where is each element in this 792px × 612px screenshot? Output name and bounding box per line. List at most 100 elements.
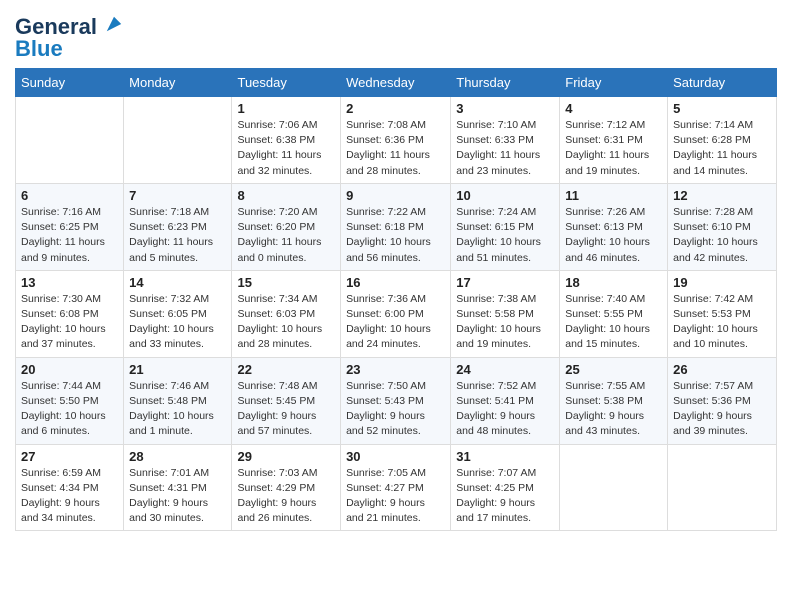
calendar-week-row: 6 Sunrise: 7:16 AM Sunset: 6:25 PM Daylig… xyxy=(16,183,777,270)
calendar-cell: 21 Sunrise: 7:46 AM Sunset: 5:48 PM Dayli… xyxy=(124,357,232,444)
day-number: 25 xyxy=(565,362,662,377)
calendar-cell: 16 Sunrise: 7:36 AM Sunset: 6:00 PM Dayli… xyxy=(341,270,451,357)
day-info: Sunrise: 7:22 AM Sunset: 6:18 PM Dayligh… xyxy=(346,205,445,266)
calendar-cell: 1 Sunrise: 7:06 AM Sunset: 6:38 PM Daylig… xyxy=(232,97,341,184)
day-number: 15 xyxy=(237,275,335,290)
calendar-week-row: 13Sunrise: 7:30 AM Sunset: 6:08 PM Dayli… xyxy=(16,270,777,357)
logo-blue: Blue xyxy=(15,38,123,60)
day-number: 24 xyxy=(456,362,554,377)
day-info: Sunrise: 7:24 AM Sunset: 6:15 PM Dayligh… xyxy=(456,205,554,266)
calendar-cell: 14 Sunrise: 7:32 AM Sunset: 6:05 PM Dayli… xyxy=(124,270,232,357)
calendar-cell: 26 Sunrise: 7:57 AM Sunset: 5:36 PM Dayli… xyxy=(668,357,777,444)
calendar-cell: 10 Sunrise: 7:24 AM Sunset: 6:15 PM Dayli… xyxy=(451,183,560,270)
calendar: SundayMondayTuesdayWednesdayThursdayFrid… xyxy=(15,68,777,531)
day-info: Sunrise: 7:42 AM Sunset: 5:53 PM Dayligh… xyxy=(673,292,771,353)
day-info: Sunrise: 7:18 AM Sunset: 6:23 PM Dayligh… xyxy=(129,205,226,266)
day-number: 23 xyxy=(346,362,445,377)
day-info: Sunrise: 7:32 AM Sunset: 6:05 PM Dayligh… xyxy=(129,292,226,353)
day-number: 26 xyxy=(673,362,771,377)
calendar-cell xyxy=(668,444,777,531)
day-number: 1 xyxy=(237,101,335,116)
day-number: 21 xyxy=(129,362,226,377)
day-info: Sunrise: 7:03 AM Sunset: 4:29 PM Dayligh… xyxy=(237,466,335,527)
calendar-cell: 22 Sunrise: 7:48 AM Sunset: 5:45 PM Dayli… xyxy=(232,357,341,444)
calendar-cell: 3 Sunrise: 7:10 AM Sunset: 6:33 PM Daylig… xyxy=(451,97,560,184)
calendar-day-header: Friday xyxy=(560,69,668,97)
calendar-cell: 8 Sunrise: 7:20 AM Sunset: 6:20 PM Daylig… xyxy=(232,183,341,270)
day-info: Sunrise: 7:01 AM Sunset: 4:31 PM Dayligh… xyxy=(129,466,226,527)
day-info: Sunrise: 7:16 AM Sunset: 6:25 PM Dayligh… xyxy=(21,205,118,266)
day-number: 4 xyxy=(565,101,662,116)
calendar-cell: 30Sunrise: 7:05 AM Sunset: 4:27 PM Dayli… xyxy=(341,444,451,531)
calendar-day-header: Monday xyxy=(124,69,232,97)
day-info: Sunrise: 7:28 AM Sunset: 6:10 PM Dayligh… xyxy=(673,205,771,266)
day-number: 13 xyxy=(21,275,118,290)
calendar-cell: 12 Sunrise: 7:28 AM Sunset: 6:10 PM Dayli… xyxy=(668,183,777,270)
day-info: Sunrise: 7:57 AM Sunset: 5:36 PM Dayligh… xyxy=(673,379,771,440)
calendar-cell: 20Sunrise: 7:44 AM Sunset: 5:50 PM Dayli… xyxy=(16,357,124,444)
calendar-cell: 17 Sunrise: 7:38 AM Sunset: 5:58 PM Dayli… xyxy=(451,270,560,357)
day-info: Sunrise: 7:44 AM Sunset: 5:50 PM Dayligh… xyxy=(21,379,118,440)
day-info: Sunrise: 7:34 AM Sunset: 6:03 PM Dayligh… xyxy=(237,292,335,353)
calendar-week-row: 1 Sunrise: 7:06 AM Sunset: 6:38 PM Daylig… xyxy=(16,97,777,184)
calendar-week-row: 20Sunrise: 7:44 AM Sunset: 5:50 PM Dayli… xyxy=(16,357,777,444)
calendar-header-row: SundayMondayTuesdayWednesdayThursdayFrid… xyxy=(16,69,777,97)
calendar-cell: 15 Sunrise: 7:34 AM Sunset: 6:03 PM Dayli… xyxy=(232,270,341,357)
calendar-cell: 9 Sunrise: 7:22 AM Sunset: 6:18 PM Daylig… xyxy=(341,183,451,270)
day-info: Sunrise: 7:06 AM Sunset: 6:38 PM Dayligh… xyxy=(237,118,335,179)
day-info: Sunrise: 7:12 AM Sunset: 6:31 PM Dayligh… xyxy=(565,118,662,179)
day-number: 12 xyxy=(673,188,771,203)
day-number: 19 xyxy=(673,275,771,290)
day-number: 11 xyxy=(565,188,662,203)
day-number: 31 xyxy=(456,449,554,464)
calendar-cell: 27Sunrise: 6:59 AM Sunset: 4:34 PM Dayli… xyxy=(16,444,124,531)
calendar-cell: 19 Sunrise: 7:42 AM Sunset: 5:53 PM Dayli… xyxy=(668,270,777,357)
day-number: 5 xyxy=(673,101,771,116)
day-number: 17 xyxy=(456,275,554,290)
day-info: Sunrise: 7:48 AM Sunset: 5:45 PM Dayligh… xyxy=(237,379,335,440)
day-number: 9 xyxy=(346,188,445,203)
day-info: Sunrise: 7:10 AM Sunset: 6:33 PM Dayligh… xyxy=(456,118,554,179)
day-number: 6 xyxy=(21,188,118,203)
day-number: 22 xyxy=(237,362,335,377)
day-number: 16 xyxy=(346,275,445,290)
day-number: 14 xyxy=(129,275,226,290)
calendar-cell: 24 Sunrise: 7:52 AM Sunset: 5:41 PM Dayli… xyxy=(451,357,560,444)
day-info: Sunrise: 7:05 AM Sunset: 4:27 PM Dayligh… xyxy=(346,466,445,527)
calendar-cell: 2 Sunrise: 7:08 AM Sunset: 6:36 PM Daylig… xyxy=(341,97,451,184)
day-info: Sunrise: 7:36 AM Sunset: 6:00 PM Dayligh… xyxy=(346,292,445,353)
day-number: 8 xyxy=(237,188,335,203)
day-info: Sunrise: 7:20 AM Sunset: 6:20 PM Dayligh… xyxy=(237,205,335,266)
calendar-cell: 7 Sunrise: 7:18 AM Sunset: 6:23 PM Daylig… xyxy=(124,183,232,270)
calendar-cell: 5 Sunrise: 7:14 AM Sunset: 6:28 PM Daylig… xyxy=(668,97,777,184)
calendar-cell: 28 Sunrise: 7:01 AM Sunset: 4:31 PM Dayli… xyxy=(124,444,232,531)
day-info: Sunrise: 7:40 AM Sunset: 5:55 PM Dayligh… xyxy=(565,292,662,353)
header: General Blue xyxy=(15,10,777,60)
calendar-day-header: Wednesday xyxy=(341,69,451,97)
calendar-cell: 29 Sunrise: 7:03 AM Sunset: 4:29 PM Dayli… xyxy=(232,444,341,531)
day-info: Sunrise: 7:14 AM Sunset: 6:28 PM Dayligh… xyxy=(673,118,771,179)
calendar-cell: 23 Sunrise: 7:50 AM Sunset: 5:43 PM Dayli… xyxy=(341,357,451,444)
day-number: 28 xyxy=(129,449,226,464)
day-info: Sunrise: 7:26 AM Sunset: 6:13 PM Dayligh… xyxy=(565,205,662,266)
calendar-week-row: 27Sunrise: 6:59 AM Sunset: 4:34 PM Dayli… xyxy=(16,444,777,531)
day-info: Sunrise: 7:46 AM Sunset: 5:48 PM Dayligh… xyxy=(129,379,226,440)
day-number: 2 xyxy=(346,101,445,116)
calendar-cell: 11 Sunrise: 7:26 AM Sunset: 6:13 PM Dayli… xyxy=(560,183,668,270)
day-info: Sunrise: 7:50 AM Sunset: 5:43 PM Dayligh… xyxy=(346,379,445,440)
day-info: Sunrise: 6:59 AM Sunset: 4:34 PM Dayligh… xyxy=(21,466,118,527)
calendar-cell: 18 Sunrise: 7:40 AM Sunset: 5:55 PM Dayli… xyxy=(560,270,668,357)
day-info: Sunrise: 7:08 AM Sunset: 6:36 PM Dayligh… xyxy=(346,118,445,179)
day-number: 10 xyxy=(456,188,554,203)
day-info: Sunrise: 7:52 AM Sunset: 5:41 PM Dayligh… xyxy=(456,379,554,440)
day-number: 3 xyxy=(456,101,554,116)
day-number: 7 xyxy=(129,188,226,203)
day-info: Sunrise: 7:55 AM Sunset: 5:38 PM Dayligh… xyxy=(565,379,662,440)
calendar-cell: 6 Sunrise: 7:16 AM Sunset: 6:25 PM Daylig… xyxy=(16,183,124,270)
logo-icon xyxy=(105,15,123,33)
calendar-cell: 13Sunrise: 7:30 AM Sunset: 6:08 PM Dayli… xyxy=(16,270,124,357)
day-number: 29 xyxy=(237,449,335,464)
day-info: Sunrise: 7:38 AM Sunset: 5:58 PM Dayligh… xyxy=(456,292,554,353)
day-number: 18 xyxy=(565,275,662,290)
calendar-day-header: Tuesday xyxy=(232,69,341,97)
